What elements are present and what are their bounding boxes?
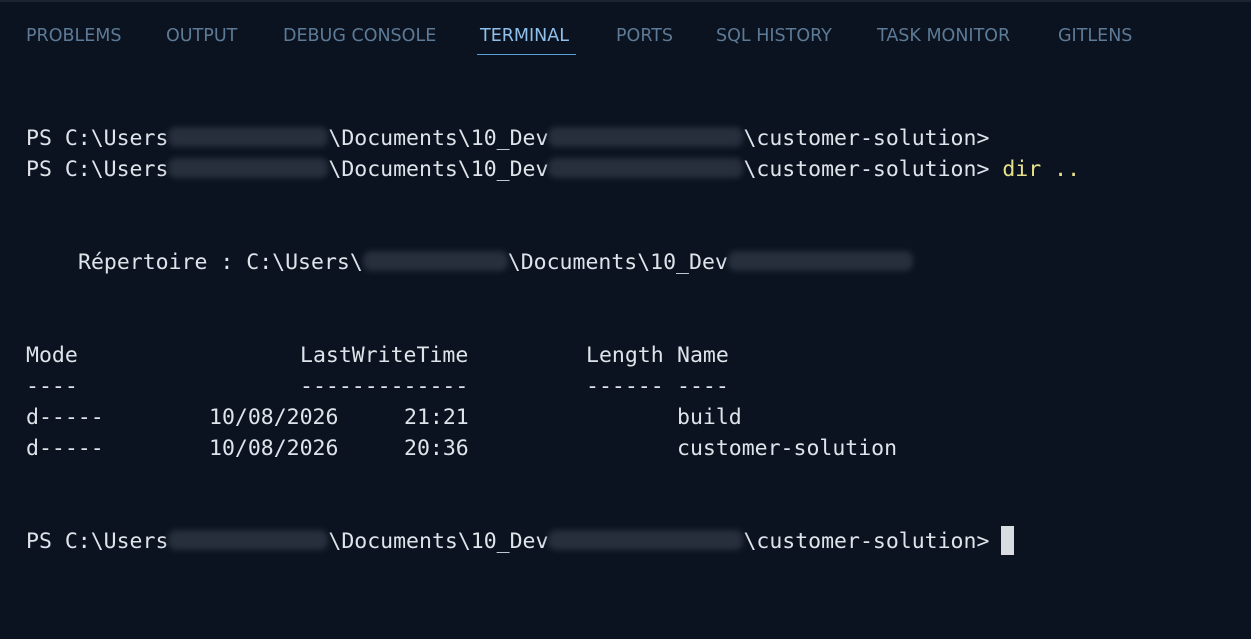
directory-label: Répertoire : C:\Users\ [78, 250, 363, 275]
terminal-cursor [1001, 526, 1014, 555]
redacted-username [168, 530, 329, 550]
redacted-username [168, 127, 329, 147]
directory-line: Répertoire : C:\Users\ \Documents\10_Dev [78, 248, 913, 278]
table-row-time: 20:36 [404, 436, 469, 461]
redacted-folder [727, 251, 913, 271]
prompt-path: \Documents\10_Dev [328, 529, 549, 554]
tab-output[interactable]: OUTPUT [166, 24, 237, 52]
table-row-name: build [677, 405, 742, 430]
tab-task-monitor[interactable]: TASK MONITOR [877, 24, 1010, 52]
prompt-prefix: PS C:\Users [26, 157, 169, 182]
prompt-prefix: PS C:\Users [26, 126, 169, 151]
redacted-folder [548, 530, 744, 550]
tab-sql-history[interactable]: SQL HISTORY [716, 24, 832, 52]
panel-tab-bar: PROBLEMS OUTPUT DEBUG CONSOLE TERMINAL P… [0, 0, 1251, 70]
table-row-date: 10/08/2026 [209, 405, 339, 430]
prompt-suffix: \customer-solution> [743, 126, 990, 151]
tab-problems[interactable]: PROBLEMS [26, 24, 122, 52]
active-tab-indicator [477, 54, 576, 55]
directory-path: \Documents\10_Dev [507, 250, 728, 275]
header-mode: Mode [26, 343, 78, 368]
table-row-name: customer-solution [677, 436, 898, 461]
header-last-write-time: LastWriteTime [300, 343, 469, 368]
table-row-mode: d----- [26, 436, 104, 461]
separator-name: ---- [677, 374, 729, 399]
tab-terminal[interactable]: TERMINAL [480, 24, 569, 52]
table-row-mode: d----- [26, 405, 104, 430]
separator-mode: ---- [26, 374, 78, 399]
terminal-prompt-line: PS C:\Users \Documents\10_Dev \customer-so… [26, 527, 989, 557]
tab-debug-console[interactable]: DEBUG CONSOLE [283, 24, 436, 52]
tab-ports[interactable]: PORTS [616, 24, 673, 52]
terminal-output[interactable]: PS C:\Users \Documents\10_Dev \customer-so… [0, 70, 1251, 639]
prompt-path: \Documents\10_Dev [328, 157, 549, 182]
prompt-suffix: \customer-solution> [743, 529, 990, 554]
prompt-path: \Documents\10_Dev [328, 126, 549, 151]
table-row-time: 21:21 [404, 405, 469, 430]
tab-gitlens[interactable]: GITLENS [1058, 24, 1132, 52]
redacted-folder [548, 158, 744, 178]
header-name: Name [677, 343, 729, 368]
table-row-date: 10/08/2026 [209, 436, 339, 461]
separator-length: ------ [586, 374, 664, 399]
prompt-prefix: PS C:\Users [26, 529, 169, 554]
header-length: Length [586, 343, 664, 368]
redacted-username [168, 158, 329, 178]
terminal-prompt-line: PS C:\Users \Documents\10_Dev \customer-so… [26, 124, 989, 154]
separator-last-write-time: ------------- [300, 374, 469, 399]
redacted-folder [548, 127, 744, 147]
terminal-prompt-line: PS C:\Users \Documents\10_Dev \customer-so… [26, 155, 1080, 185]
redacted-username [362, 251, 508, 271]
prompt-suffix: \customer-solution> [743, 157, 990, 182]
command-text: dir .. [1002, 157, 1081, 182]
